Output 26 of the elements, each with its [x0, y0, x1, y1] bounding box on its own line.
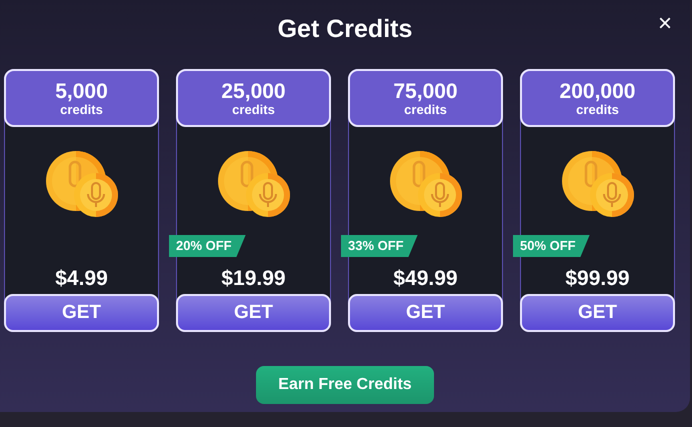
- credit-amount: 200,000: [560, 80, 636, 102]
- credit-unit: credits: [232, 102, 275, 116]
- price: $99.99: [565, 267, 630, 291]
- credit-amount: 25,000: [221, 80, 286, 102]
- discount-badge: 50% OFF: [513, 235, 590, 257]
- coins-icon: [44, 149, 120, 219]
- coins-icon: [388, 149, 464, 219]
- price: $49.99: [393, 267, 458, 291]
- coins-icon: [216, 149, 292, 219]
- discount-badge: 20% OFF: [169, 235, 246, 257]
- get-button[interactable]: GET: [348, 294, 503, 332]
- earn-free-credits-button[interactable]: Earn Free Credits: [256, 366, 434, 404]
- credit-unit: credits: [404, 102, 447, 116]
- close-button[interactable]: ×: [654, 10, 676, 38]
- discount-badge: 33% OFF: [341, 235, 418, 257]
- get-button[interactable]: GET: [176, 294, 331, 332]
- dialog-title: Get Credits: [278, 14, 412, 45]
- credit-amount: 5,000: [55, 80, 108, 102]
- price: $4.99: [55, 267, 108, 291]
- credit-amount: 75,000: [393, 80, 458, 102]
- get-button[interactable]: GET: [520, 294, 675, 332]
- credit-unit: credits: [576, 102, 619, 116]
- get-button[interactable]: GET: [4, 294, 159, 332]
- credit-unit: credits: [60, 102, 103, 116]
- price: $19.99: [221, 267, 286, 291]
- coins-icon: [560, 149, 636, 219]
